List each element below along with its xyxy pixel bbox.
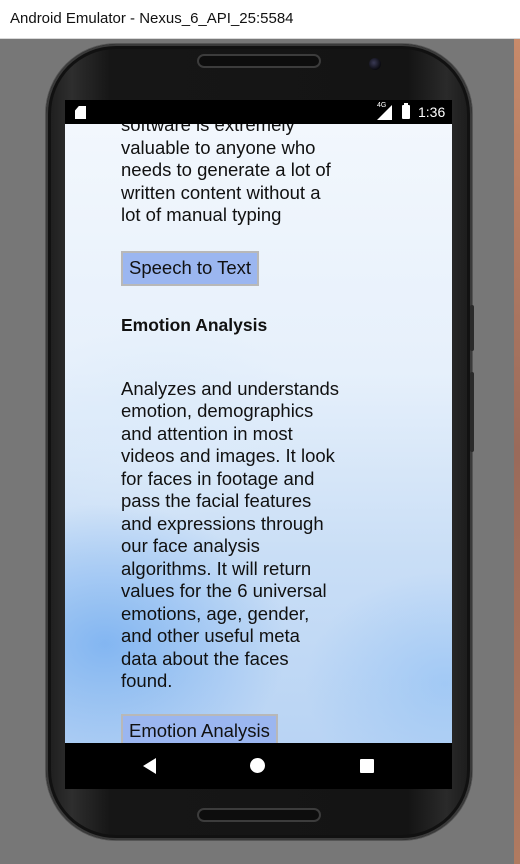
bottom-speaker: [197, 808, 321, 822]
recents-icon[interactable]: [360, 759, 374, 773]
navigation-bar: [65, 743, 452, 789]
emotion-description: Analyzes and understands emotion, demogr…: [121, 377, 340, 692]
signal-icon: [377, 105, 392, 120]
status-time: 1:36: [418, 104, 446, 120]
power-button[interactable]: [470, 372, 474, 452]
scroll-content: software is extremely valuable to anyone…: [121, 124, 361, 743]
background-edge: [514, 39, 520, 864]
app-screen[interactable]: software is extremely valuable to anyone…: [65, 124, 452, 743]
battery-icon: [402, 103, 410, 119]
status-bar: 4G 1:36: [65, 100, 452, 124]
top-speaker: [197, 54, 321, 68]
speech-to-text-button[interactable]: Speech to Text: [121, 250, 260, 286]
emotion-analysis-title: Emotion Analysis: [121, 314, 268, 335]
emotion-analysis-button[interactable]: Emotion Analysis: [121, 713, 278, 743]
window-title: Android Emulator - Nexus_6_API_25:5584: [10, 10, 294, 27]
speech-description: software is extremely valuable to anyone…: [121, 124, 331, 225]
front-camera: [369, 58, 381, 70]
volume-button[interactable]: [470, 305, 474, 351]
home-icon[interactable]: [250, 758, 265, 773]
emulator-title-bar[interactable]: Android Emulator - Nexus_6_API_25:5584: [0, 0, 520, 39]
sd-card-icon: [75, 106, 86, 119]
back-icon[interactable]: [143, 758, 156, 774]
